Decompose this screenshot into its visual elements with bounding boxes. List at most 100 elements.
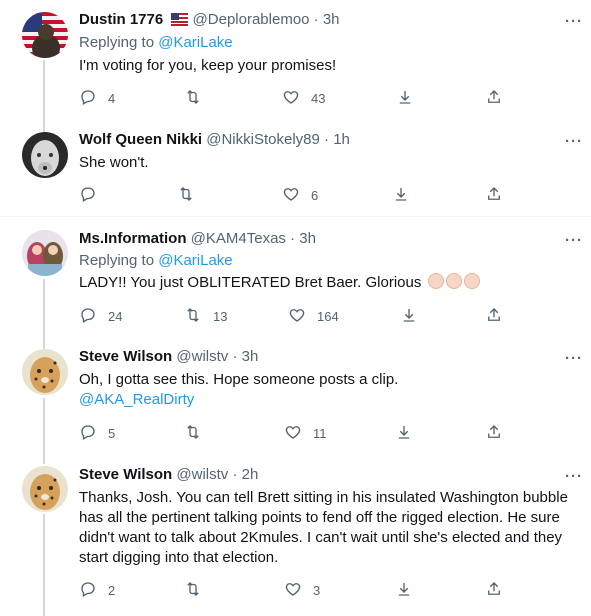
- share-button[interactable]: [485, 185, 503, 206]
- bookmark-button[interactable]: [392, 185, 410, 206]
- tweet-text-body: Oh, I gotta see this. Hope someone posts…: [79, 371, 399, 388]
- tweet-actions: 5 11: [79, 423, 519, 443]
- retweet-icon: [177, 185, 195, 206]
- retweet-button[interactable]: [184, 88, 213, 109]
- share-icon: [485, 306, 503, 327]
- tweet-text: Oh, I gotta see this. Hope someone posts…: [79, 370, 579, 410]
- timestamp[interactable]: 3h: [323, 11, 340, 28]
- reply-button[interactable]: 24: [79, 306, 122, 327]
- reply-button[interactable]: 4: [79, 88, 115, 109]
- reply-mention-link[interactable]: @KariLake: [158, 34, 232, 51]
- download-icon: [396, 88, 414, 109]
- like-button[interactable]: 164: [288, 306, 339, 327]
- share-button[interactable]: [485, 423, 503, 444]
- download-icon: [395, 580, 413, 601]
- tweet-actions: 6: [79, 185, 519, 205]
- more-options-icon[interactable]: ···: [565, 351, 583, 367]
- display-name[interactable]: Ms.Information: [79, 230, 187, 247]
- tweet[interactable]: Dustin 1776 @Deplorablemoo · 3h ··· Repl…: [0, 0, 591, 124]
- share-button[interactable]: [485, 88, 503, 109]
- heart-icon: [282, 88, 300, 109]
- download-icon: [395, 423, 413, 444]
- bookmark-button[interactable]: [400, 306, 418, 327]
- share-icon: [485, 185, 503, 206]
- reply-count: 24: [108, 309, 123, 324]
- timestamp[interactable]: 1h: [333, 131, 350, 148]
- share-button[interactable]: [485, 580, 503, 601]
- more-options-icon[interactable]: ···: [565, 134, 583, 150]
- tweet-header: Ms.Information @KAM4Texas · 3h: [79, 229, 316, 249]
- timestamp[interactable]: 2h: [242, 466, 259, 483]
- bookmark-button[interactable]: [395, 423, 413, 444]
- tweet[interactable]: Steve Wilson @wilstv · 2h ··· Thanks, Jo…: [0, 457, 591, 616]
- retweet-button[interactable]: [177, 185, 206, 206]
- retweet-icon: [184, 580, 202, 601]
- retweet-count: 13: [213, 309, 228, 324]
- avatar[interactable]: [22, 349, 68, 395]
- user-handle[interactable]: @KAM4Texas: [191, 230, 286, 247]
- timestamp[interactable]: 3h: [242, 348, 259, 365]
- display-name[interactable]: Steve Wilson: [79, 466, 172, 483]
- tweet[interactable]: Ms.Information @KAM4Texas · 3h ··· Reply…: [0, 217, 591, 339]
- tweet-text: She won't.: [79, 154, 149, 171]
- tweet[interactable]: Wolf Queen Nikki @NikkiStokely89 · 1h ··…: [0, 124, 591, 216]
- separator: ·: [324, 131, 330, 148]
- user-handle[interactable]: @NikkiStokely89: [206, 131, 320, 148]
- display-name[interactable]: Dustin 1776: [79, 11, 163, 28]
- reply-icon: [79, 88, 97, 109]
- reply-count: 4: [108, 91, 116, 106]
- display-name[interactable]: Wolf Queen Nikki: [79, 131, 202, 148]
- share-icon: [485, 423, 503, 444]
- display-name[interactable]: Steve Wilson: [79, 348, 172, 365]
- more-options-icon[interactable]: ···: [565, 14, 583, 30]
- tweet-actions: 2 3: [79, 580, 519, 600]
- reply-icon: [79, 423, 97, 444]
- like-button[interactable]: 3: [284, 580, 320, 601]
- avatar[interactable]: [22, 12, 68, 58]
- download-icon: [400, 306, 418, 327]
- mention-link[interactable]: @AKA_RealDirty: [79, 390, 579, 410]
- more-options-icon[interactable]: ···: [565, 469, 583, 485]
- retweet-button[interactable]: [184, 423, 213, 444]
- like-button[interactable]: 6: [282, 185, 318, 206]
- user-handle[interactable]: @wilstv: [176, 466, 228, 483]
- avatar[interactable]: [22, 466, 68, 512]
- tweet-actions: 24 13 164: [79, 306, 519, 326]
- retweet-icon: [184, 88, 202, 109]
- tweet[interactable]: Steve Wilson @wilstv · 3h ··· Oh, I gott…: [0, 339, 591, 457]
- timestamp[interactable]: 3h: [299, 230, 316, 247]
- reply-icon: [79, 306, 97, 327]
- user-handle[interactable]: @Deplorablemoo: [193, 11, 310, 28]
- like-button[interactable]: 43: [282, 88, 325, 109]
- share-icon: [485, 88, 503, 109]
- separator: ·: [232, 466, 238, 483]
- tweet-text: I'm voting for you, keep your promises!: [79, 57, 337, 74]
- like-count: 6: [311, 188, 319, 203]
- reply-button[interactable]: 5: [79, 423, 115, 444]
- avatar[interactable]: [22, 230, 68, 276]
- tweet-actions: 4 43: [79, 88, 519, 108]
- avatar[interactable]: [22, 132, 68, 178]
- heart-icon: [282, 185, 300, 206]
- us-flag-icon: [171, 12, 189, 32]
- tweet-text: Thanks, Josh. You can tell Brett sitting…: [79, 489, 568, 566]
- more-options-icon[interactable]: ···: [565, 233, 583, 249]
- retweet-button[interactable]: [184, 580, 213, 601]
- reply-icon: [79, 580, 97, 601]
- download-icon: [392, 185, 410, 206]
- replying-to: Replying to @KariLake: [79, 251, 233, 271]
- bookmark-button[interactable]: [396, 88, 414, 109]
- share-button[interactable]: [485, 306, 503, 327]
- separator: ·: [232, 348, 238, 365]
- heart-icon: [284, 580, 302, 601]
- user-handle[interactable]: @wilstv: [176, 348, 228, 365]
- bookmark-button[interactable]: [395, 580, 413, 601]
- reply-mention-link[interactable]: @KariLake: [158, 252, 232, 269]
- reply-button[interactable]: 2: [79, 580, 115, 601]
- reply-icon: [79, 185, 97, 206]
- replying-to-label: Replying to: [79, 34, 159, 51]
- like-button[interactable]: 11: [284, 423, 327, 444]
- tweet-header: Steve Wilson @wilstv · 2h: [79, 465, 258, 485]
- retweet-button[interactable]: 13: [184, 306, 227, 327]
- reply-button[interactable]: [79, 185, 108, 206]
